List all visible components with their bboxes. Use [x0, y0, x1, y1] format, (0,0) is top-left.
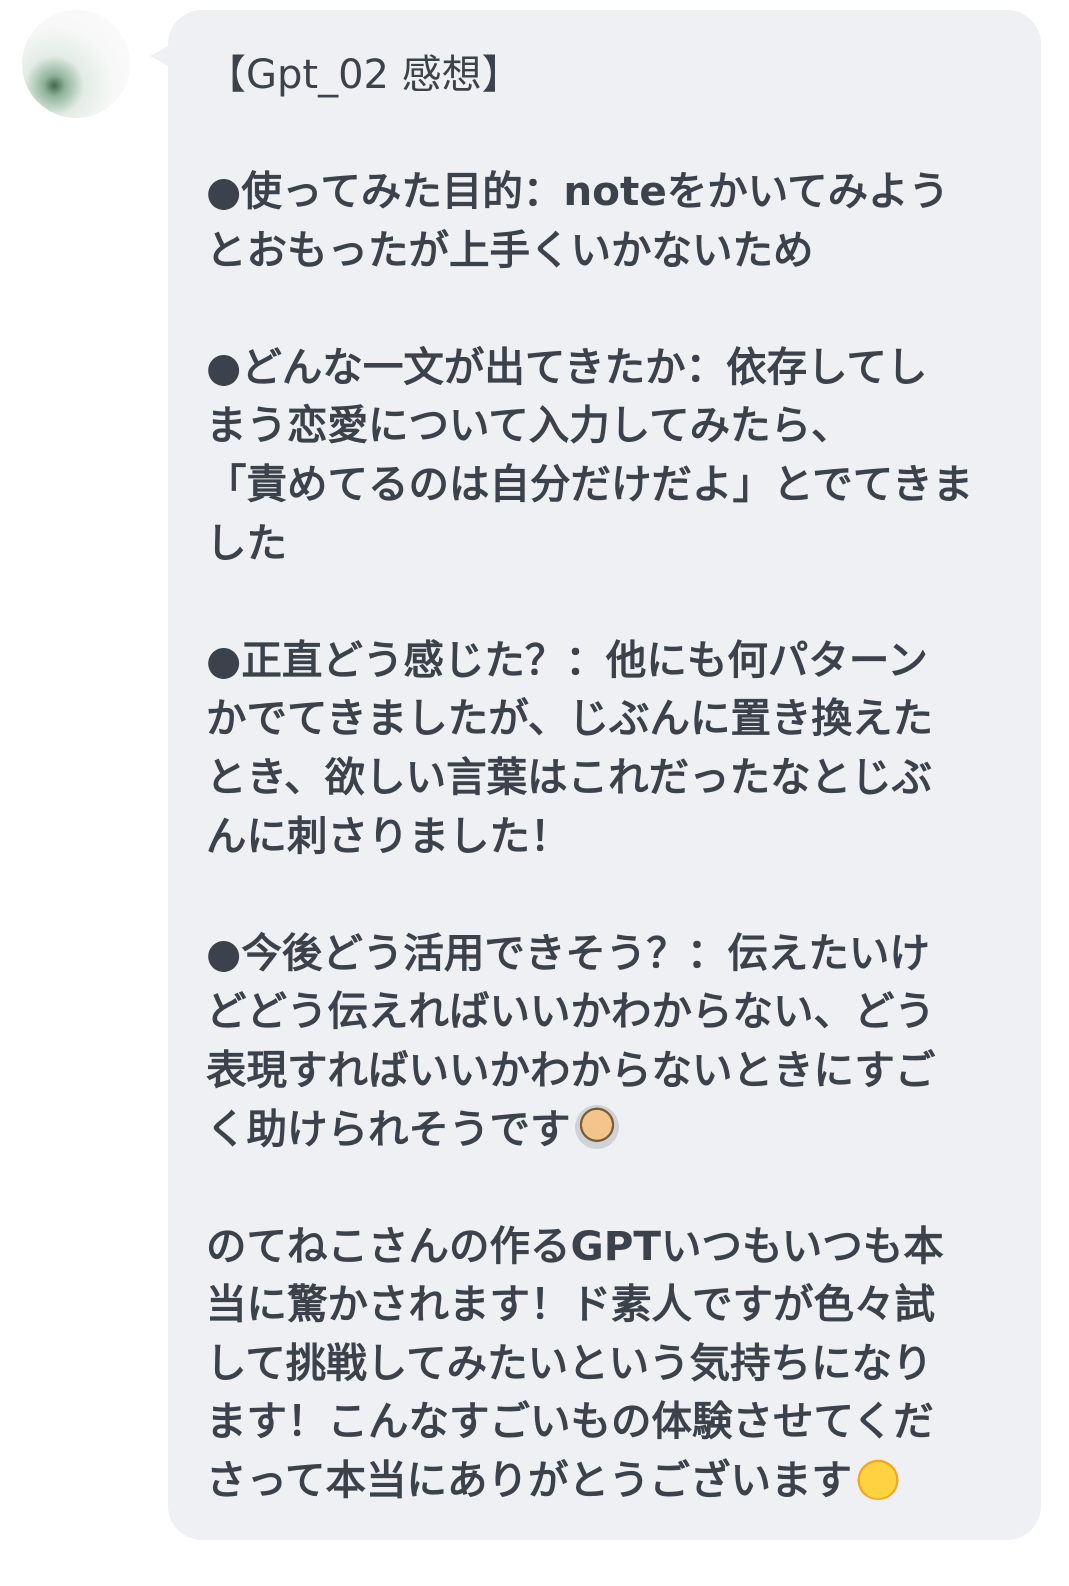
person-gesturing-ok-icon: [574, 1104, 619, 1149]
message-section-usage: ●今後どう活用できそう？：伝えたいけ どどう伝えればいいかわからない、どう 表現…: [206, 924, 1009, 1158]
message-section-thanks: のてねこさんの作るGPTいつもいつも本 当に驚かされます！ド素人ですが色々試 し…: [206, 1217, 1009, 1510]
message-line: した: [206, 518, 287, 567]
message-line-text: さって本当にありがとうございます: [206, 1456, 852, 1505]
message-line: かでてきましたが、じぶんに置き換えた: [206, 694, 933, 743]
message-section-output: ●どんな一文が出てきたか：依存してし まう恋愛について入力してみたら、 「責めて…: [206, 338, 1009, 572]
message-line: ます！こんなすごいもの体験させてくだ: [206, 1397, 934, 1446]
message-section-purpose: ●使ってみた目的：noteをかいてみよう とおもったが上手くいかないため: [206, 162, 1009, 279]
message-line: さって本当にありがとうございます: [206, 1451, 1009, 1510]
message-line: ●使ってみた目的：noteをかいてみよう: [206, 167, 950, 215]
message-line: まう恋愛について入力してみたら、: [206, 401, 852, 450]
message-title: 【Gpt_02 感想】: [206, 52, 522, 98]
message-bubble[interactable]: 【Gpt_02 感想】 ●使ってみた目的：noteをかいてみよう とおもったが上…: [168, 10, 1041, 1540]
message-line-text: く助けられそうです: [206, 1104, 571, 1153]
message-line: ●どんな一文が出てきたか：依存してし: [206, 342, 928, 391]
message-line: のてねこさんの作るGPTいつもいつも本: [206, 1221, 944, 1270]
message-line: とおもったが上手くいかないため: [206, 225, 814, 274]
avatar[interactable]: [22, 10, 130, 118]
message-line: ●今後どう活用できそう？：伝えたいけ: [206, 928, 930, 977]
message-line: ●正直どう感じた？：他にも何パターン: [206, 635, 928, 684]
message-line: く助けられそうです: [206, 1100, 1009, 1159]
message-line: 表現すればいいかわからないときにすご: [206, 1045, 936, 1094]
message-section-impression: ●正直どう感じた？：他にも何パターン かでてきましたが、じぶんに置き換えた とき…: [206, 631, 1009, 865]
message-line: 当に驚かされます！ド素人ですが色々試: [206, 1280, 935, 1329]
message-line: とき、欲しい言葉はこれだったなとじぶ: [206, 752, 933, 801]
message-line: して挑戦してみたいという気持ちになり: [206, 1338, 933, 1387]
message-line: どどう伝えればいいかわからない、どう: [206, 987, 935, 1036]
message-line: 「責めてるのは自分だけだよ」とでてきま: [206, 459, 974, 508]
message-line: んに刺さりました！: [206, 811, 571, 860]
pleading-face-icon: [855, 1456, 900, 1501]
